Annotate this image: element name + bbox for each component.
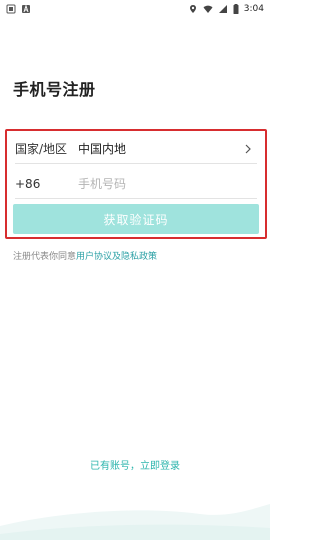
region-selector[interactable]: 国家/地区 中国内地 [15,134,257,164]
screenshot-icon [6,4,16,14]
registration-form: 国家/地区 中国内地 +86 获取验证码 [5,129,267,239]
register-screen: 3:04 手机号注册 国家/地区 中国内地 +86 获取验证码 注册代表你同意用… [0,0,270,540]
get-code-button[interactable]: 获取验证码 [13,204,259,234]
text-a-icon [22,4,30,13]
page-title: 手机号注册 [13,80,96,99]
bottom-wave-decoration [0,504,270,540]
status-bar: 3:04 [0,0,270,18]
status-right: 3:04 [188,4,264,14]
region-label: 国家/地区 [15,142,68,156]
status-time: 3:04 [243,4,264,14]
privacy-policy-link[interactable]: 隐私政策 [121,252,157,262]
user-agreement-link[interactable]: 用户协议 [76,252,112,262]
agreement-text: 注册代表你同意用户协议及隐私政策 [13,249,157,262]
agreement-prefix: 注册代表你同意 [13,252,77,262]
signal-icon [218,5,227,13]
battery-icon [233,4,239,14]
region-value: 中国内地 [78,142,127,156]
country-code[interactable]: +86 [15,177,78,191]
location-icon [189,5,196,13]
chevron-right-icon [245,144,251,153]
phone-input[interactable] [78,176,257,191]
wifi-icon [203,5,213,13]
status-left [6,4,31,14]
agreement-and: 及 [112,252,122,262]
phone-row: +86 [15,169,257,199]
login-link[interactable]: 已有账号，立即登录 [0,457,270,472]
